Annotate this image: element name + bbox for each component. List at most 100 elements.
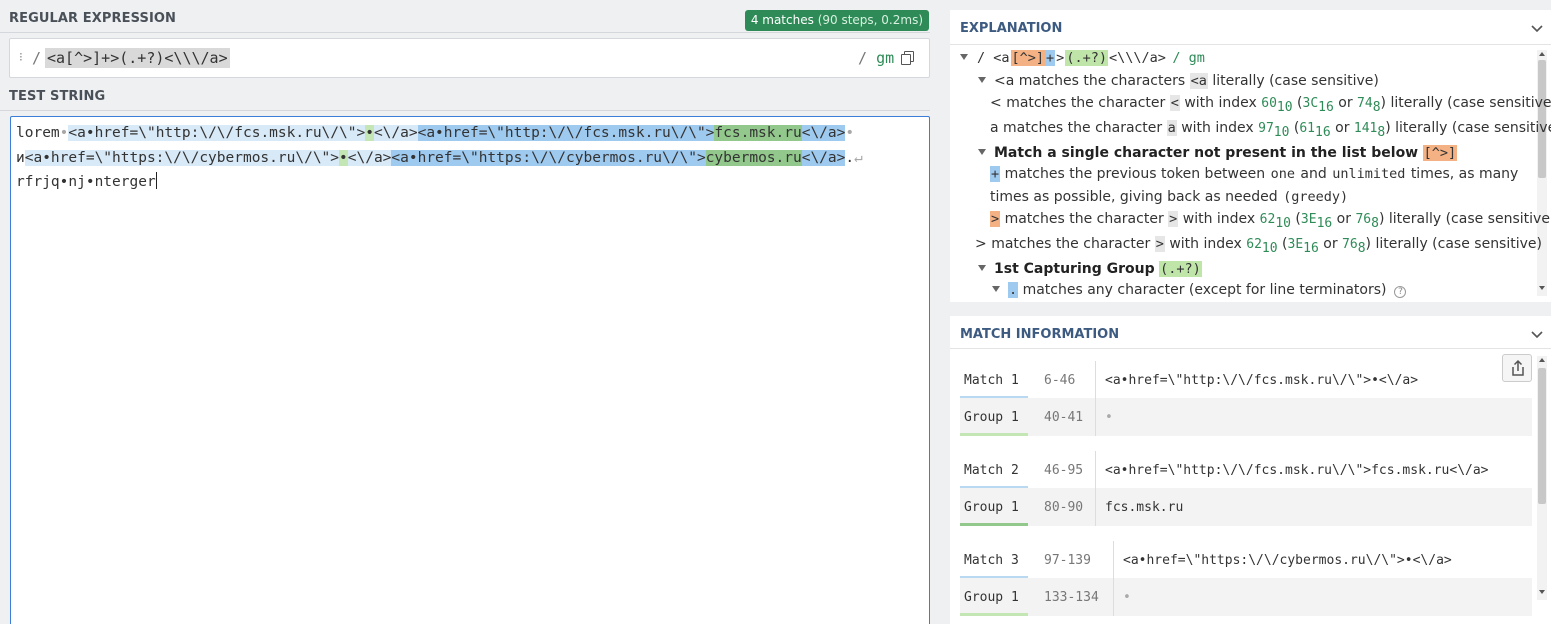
divider bbox=[950, 44, 1551, 45]
chevron-down-icon[interactable] bbox=[1531, 329, 1543, 341]
hex-value: 61 bbox=[1299, 121, 1316, 136]
text-caret bbox=[155, 172, 157, 189]
group-row[interactable]: Group 1 133-134 • bbox=[960, 578, 1532, 616]
scroll-down-icon[interactable] bbox=[1539, 590, 1545, 594]
explain-row-dot[interactable]: . matches any character (except for line… bbox=[992, 279, 1407, 301]
explain-row-a[interactable]: <a matches the characters <a literally (… bbox=[978, 70, 1379, 92]
text-segment: lorem bbox=[16, 125, 60, 141]
regex-pattern-input[interactable]: <a[^>]+>(.+?)<\\\/a> bbox=[45, 48, 230, 68]
whitespace-marker: ↵ bbox=[854, 150, 863, 166]
row-label-text: Match 1 bbox=[964, 373, 1019, 388]
chevron-down-icon[interactable] bbox=[1531, 23, 1543, 35]
unlimited-word: unlimited bbox=[1332, 166, 1406, 182]
plus-token: + bbox=[990, 166, 1001, 182]
match-highlight: <\/a> bbox=[347, 150, 392, 166]
row-value: • bbox=[1105, 410, 1113, 425]
explain-row-achar: a matches the character a with index 971… bbox=[990, 117, 1551, 140]
regex-flags[interactable]: / gm bbox=[858, 49, 894, 67]
match-highlight: <a•href=\"https:\/\/cybermos.ru\/\"> bbox=[391, 150, 706, 166]
text: literally (case sensitive) bbox=[1395, 120, 1551, 136]
token: > bbox=[975, 236, 987, 252]
text-segment: . bbox=[845, 150, 855, 166]
or-text: or bbox=[1335, 120, 1350, 136]
match-info-title: MATCH INFORMATION bbox=[960, 327, 1120, 342]
root-open: / <a bbox=[977, 50, 1010, 66]
explain-row-group[interactable]: 1st Capturing Group (.+?) bbox=[978, 258, 1202, 280]
row-value: <a•href=\"http:\/\/fcs.msk.ru\/\">•<\/a> bbox=[1105, 373, 1419, 388]
row-value: fcs.msk.ru bbox=[1105, 500, 1184, 515]
row-value: <a•href=\"https:\/\/cybermos.ru\/\">•<\/… bbox=[1123, 553, 1452, 568]
row-label-text: Group 1 bbox=[964, 590, 1019, 605]
row-separator bbox=[1095, 361, 1096, 399]
tree-toggle-icon[interactable] bbox=[978, 265, 986, 271]
scroll-up-icon[interactable] bbox=[1539, 358, 1545, 362]
group-row[interactable]: Group 1 40-41 • bbox=[960, 398, 1532, 436]
hex-base: 16 bbox=[1316, 215, 1333, 231]
tree-toggle-icon[interactable] bbox=[978, 149, 986, 155]
row-label-text: Group 1 bbox=[964, 500, 1019, 515]
explanation-panel: EXPLANATION / <a [^>] + > (.+?) <\\\/a> / gm … bbox=[950, 10, 1551, 302]
hex-value: 3C bbox=[1302, 96, 1319, 111]
help-circle-icon[interactable]: ? bbox=[1394, 286, 1407, 298]
row-range: 40-41 bbox=[1044, 410, 1084, 425]
explain-row-class[interactable]: Match a single character not present in … bbox=[978, 142, 1458, 164]
row-range: 6-46 bbox=[1044, 373, 1076, 388]
test-line-1: lorem•<a•href=\"http:\/\/fcs.msk.ru\/\">… bbox=[16, 123, 854, 144]
regex-delimiter: / bbox=[32, 49, 42, 67]
root-gt: > bbox=[1056, 50, 1065, 66]
dec-base: 10 bbox=[1275, 215, 1291, 231]
flags-value: gm bbox=[876, 49, 895, 67]
match-highlight: <a•href=\"http:\/\/fcs.msk.ru\/\"> bbox=[417, 125, 715, 141]
tree-toggle-icon[interactable] bbox=[960, 54, 968, 60]
hex-base: 16 bbox=[1315, 124, 1331, 140]
explain-root-row[interactable]: / <a [^>] + > (.+?) <\\\/a> / gm bbox=[960, 47, 1206, 69]
match-row[interactable]: Match 1 6-46 <a•href=\"http:\/\/fcs.msk.ru… bbox=[960, 361, 1532, 399]
token: <a bbox=[994, 73, 1015, 89]
text: with index bbox=[1182, 211, 1256, 227]
dec-base: 10 bbox=[1276, 99, 1293, 115]
matches-count: 4 matches bbox=[750, 13, 814, 27]
test-section-title: TEST STRING bbox=[9, 89, 106, 104]
row-separator bbox=[1095, 398, 1096, 436]
literal: < bbox=[1169, 95, 1180, 111]
scroll-up-icon[interactable] bbox=[1539, 52, 1545, 56]
share-icon[interactable] bbox=[1502, 354, 1532, 382]
matches-badge[interactable]: 4 matches (90 steps, 0.2ms) bbox=[744, 10, 929, 31]
group-row[interactable]: Group 1 80-90 fcs.msk.ru bbox=[960, 488, 1532, 526]
root-flags: / gm bbox=[1172, 50, 1205, 66]
row-value: • bbox=[1123, 590, 1131, 605]
explain-row-plus-cont: times as possible, giving back as needed… bbox=[990, 186, 1349, 208]
explanation-title: EXPLANATION bbox=[960, 21, 1063, 36]
oct-base: 8 bbox=[1371, 215, 1379, 231]
token: a bbox=[990, 120, 999, 136]
match-highlight: <a•href=\"https:\/\/cybermos.ru\/\"> bbox=[24, 150, 340, 166]
group-title: 1st Capturing Group bbox=[994, 261, 1155, 277]
tree-toggle-icon[interactable] bbox=[992, 286, 1000, 292]
row-underline bbox=[960, 613, 1028, 616]
copy-icon[interactable] bbox=[900, 49, 918, 67]
or-text: or bbox=[1338, 95, 1353, 111]
match-row[interactable]: Match 3 97-139 <a•href=\"https:\/\/cybermo… bbox=[960, 541, 1532, 579]
oct-base: 8 bbox=[1357, 240, 1366, 256]
text: with index bbox=[1169, 236, 1242, 252]
root-group-token: (.+?) bbox=[1065, 50, 1108, 66]
test-string-editor[interactable]: lorem•<a•href=\"http:\/\/fcs.msk.ru\/\">… bbox=[10, 116, 930, 624]
dec-value: 97 bbox=[1258, 121, 1274, 136]
drag-handle-icon[interactable]: ⁝ bbox=[19, 50, 23, 64]
text: matches the character bbox=[1006, 95, 1166, 111]
row-value: <a•href=\"http:\/\/fcs.msk.ru\/\">fcs.ms… bbox=[1105, 463, 1489, 478]
regex-input-box[interactable]: ⁝ / <a[^>]+>(.+?)<\\\/a> / gm bbox=[9, 38, 930, 78]
tree-toggle-icon[interactable] bbox=[978, 77, 986, 83]
match-row[interactable]: Match 2 46-95 <a•href=\"http:\/\/fcs.msk.r… bbox=[960, 451, 1532, 489]
row-range: 133-134 bbox=[1044, 590, 1099, 605]
text: matches any character (except for line t… bbox=[1022, 282, 1387, 298]
match-highlight: <a•href=\"http:\/\/fcs.msk.ru\/\"> bbox=[68, 125, 366, 141]
text: matches the characters bbox=[1018, 73, 1186, 89]
scroll-down-icon[interactable] bbox=[1539, 286, 1545, 290]
oct-value: 74 bbox=[1357, 96, 1373, 111]
text: matches the character bbox=[1004, 211, 1164, 227]
match-info-scroll-thumb[interactable] bbox=[1538, 368, 1546, 504]
root-plus-token: + bbox=[1045, 50, 1056, 66]
or-text: or bbox=[1336, 211, 1351, 227]
dec-value: 60 bbox=[1261, 96, 1277, 111]
